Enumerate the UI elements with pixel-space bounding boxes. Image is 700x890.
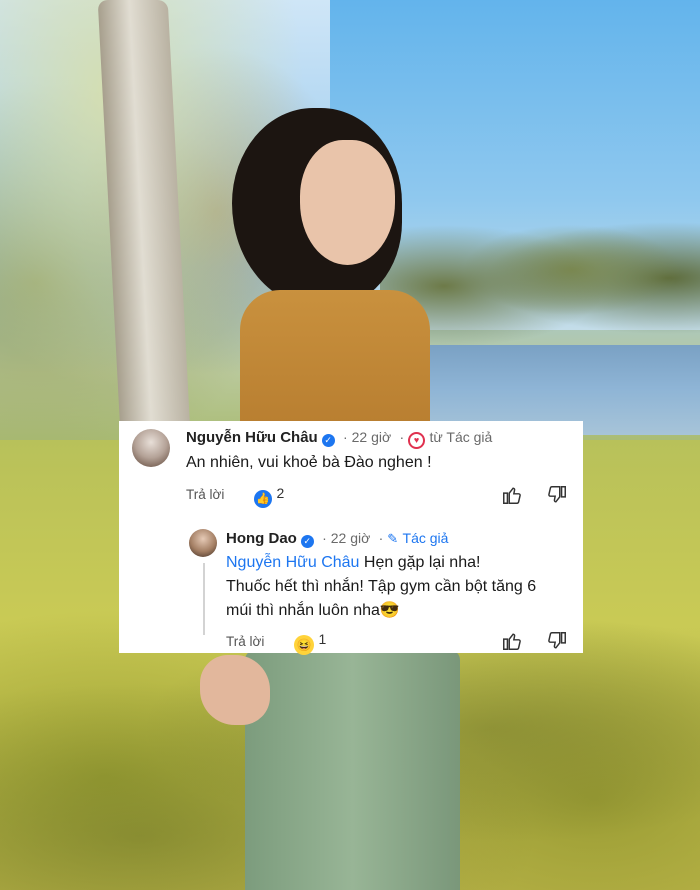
comment-header: Nguyễn Hữu Châu ✓ · 22 giờ · ♥ từ Tác giả (186, 429, 492, 449)
author-badge: Tác giả (402, 530, 449, 546)
reply-header: Hong Dao ✓ · 22 giờ · ✎ Tác giả (226, 530, 449, 548)
comment-time: 22 giờ (351, 429, 392, 445)
comment-author[interactable]: Nguyễn Hữu Châu (186, 429, 318, 446)
like-icon: 👍 (254, 490, 272, 508)
thumbs-up-icon[interactable] (501, 630, 523, 652)
pencil-icon: ✎ (387, 531, 399, 546)
verified-icon: ✓ (300, 535, 314, 548)
woman-face (300, 140, 395, 265)
reaction-summary[interactable]: 👍 2 (254, 485, 284, 508)
reply-button[interactable]: Trả lời (226, 634, 264, 649)
woman-hand (200, 655, 270, 725)
reply-button[interactable]: Trả lời (186, 487, 224, 502)
verified-icon: ✓ (321, 434, 335, 447)
laugh-emoji-icon: 😆 (294, 635, 314, 655)
reaction-summary[interactable]: 😆 1 (294, 631, 326, 655)
reply-actions: Trả lời (226, 633, 264, 651)
avatar[interactable] (189, 529, 217, 557)
woman-skirt (245, 650, 460, 890)
comment-card: Nguyễn Hữu Châu ✓ · 22 giờ · ♥ từ Tác giả… (119, 421, 583, 655)
reaction-count: 1 (318, 631, 327, 647)
thread-line (203, 563, 205, 635)
reply-text: Nguyễn Hữu Châu Hẹn gặp lại nha! Thuốc h… (226, 554, 537, 619)
heart-icon: ♥ (408, 432, 426, 449)
comment-actions: Trả lời (186, 486, 224, 504)
avatar[interactable] (132, 429, 170, 467)
reply-time: 22 giờ (330, 530, 371, 546)
thumbs-up-icon[interactable] (501, 484, 523, 506)
comment-text: An nhiên, vui khoẻ bà Đào nghen ! (186, 454, 432, 471)
mention-link[interactable]: Nguyễn Hữu Châu (226, 554, 359, 571)
thumbs-down-icon[interactable] (546, 484, 568, 506)
thumbs-down-icon[interactable] (546, 630, 568, 652)
reaction-count: 2 (276, 485, 285, 501)
woman-shirt (240, 290, 430, 430)
author-badge: từ Tác giả (429, 429, 493, 445)
reply-author[interactable]: Hong Dao (226, 530, 297, 547)
